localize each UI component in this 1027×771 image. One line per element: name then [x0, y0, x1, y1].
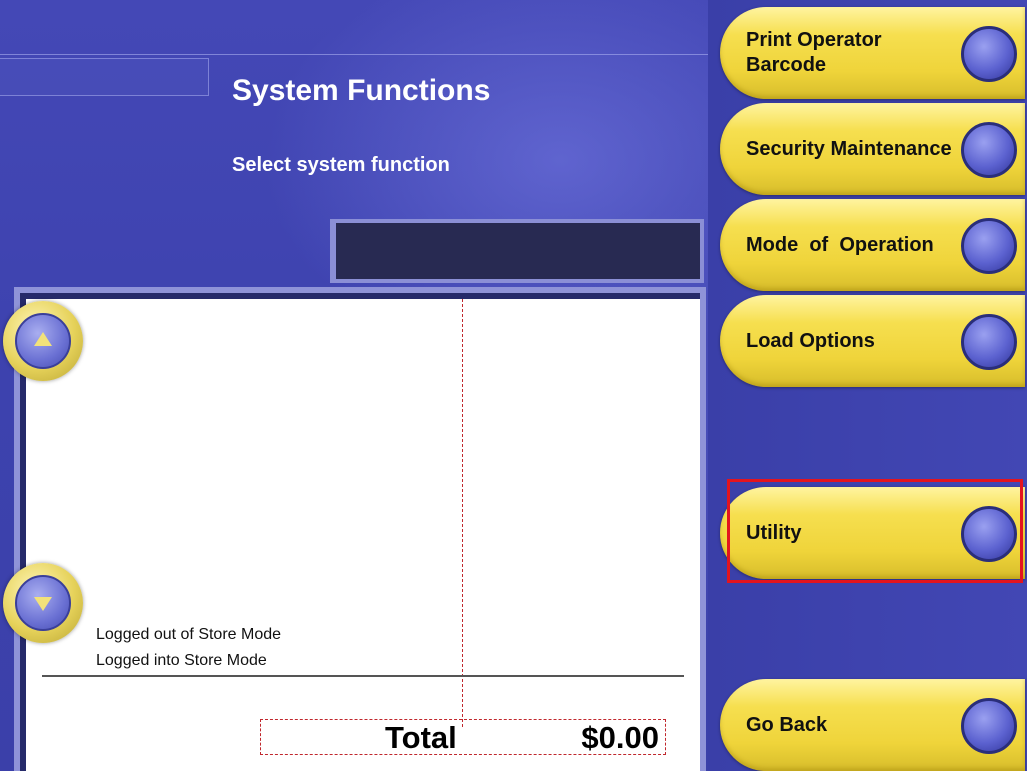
mode-of-operation-button[interactable]: Mode of Operation [720, 199, 1025, 291]
print-operator-barcode-button[interactable]: Print Operator Barcode [720, 7, 1025, 99]
header-tab [0, 58, 209, 96]
circle-icon [961, 218, 1017, 274]
circle-icon [961, 122, 1017, 178]
utility-highlight [727, 479, 1023, 583]
receipt-panel: Logged out of Store Mode Logged into Sto… [20, 293, 700, 771]
load-options-button[interactable]: Load Options [720, 295, 1025, 387]
total-box: Total $0.00 [260, 719, 666, 755]
page-title: System Functions [232, 74, 491, 107]
scroll-up-button[interactable] [3, 301, 83, 381]
input-display [336, 223, 700, 279]
button-label: Load Options [746, 329, 875, 352]
total-label: Total [385, 720, 457, 755]
input-display-frame [330, 219, 704, 283]
circle-icon [961, 26, 1017, 82]
security-maintenance-button[interactable]: Security Maintenance [720, 103, 1025, 195]
button-label: Security Maintenance [746, 137, 952, 160]
go-back-button[interactable]: Go Back [720, 679, 1025, 771]
page-subtitle: Select system function [232, 154, 450, 176]
triangle-down-icon [34, 597, 52, 611]
circle-icon [961, 698, 1017, 754]
button-label: Go Back [746, 713, 828, 736]
scroll-up-knob [15, 313, 71, 369]
log-line: Logged out of Store Mode [96, 626, 282, 643]
total-value: $0.00 [581, 720, 659, 755]
receipt-panel-frame: Logged out of Store Mode Logged into Sto… [14, 287, 706, 771]
button-label: Mode of Operation [746, 233, 934, 256]
log-line: Logged into Store Mode [96, 652, 267, 669]
scroll-down-button[interactable] [3, 563, 83, 643]
receipt-separator [42, 675, 684, 677]
scroll-down-knob [15, 575, 71, 631]
receipt-column-divider [462, 299, 463, 727]
triangle-up-icon [34, 332, 52, 346]
button-label: Print Operator Barcode [746, 29, 882, 76]
header-divider [0, 54, 708, 55]
circle-icon [961, 314, 1017, 370]
